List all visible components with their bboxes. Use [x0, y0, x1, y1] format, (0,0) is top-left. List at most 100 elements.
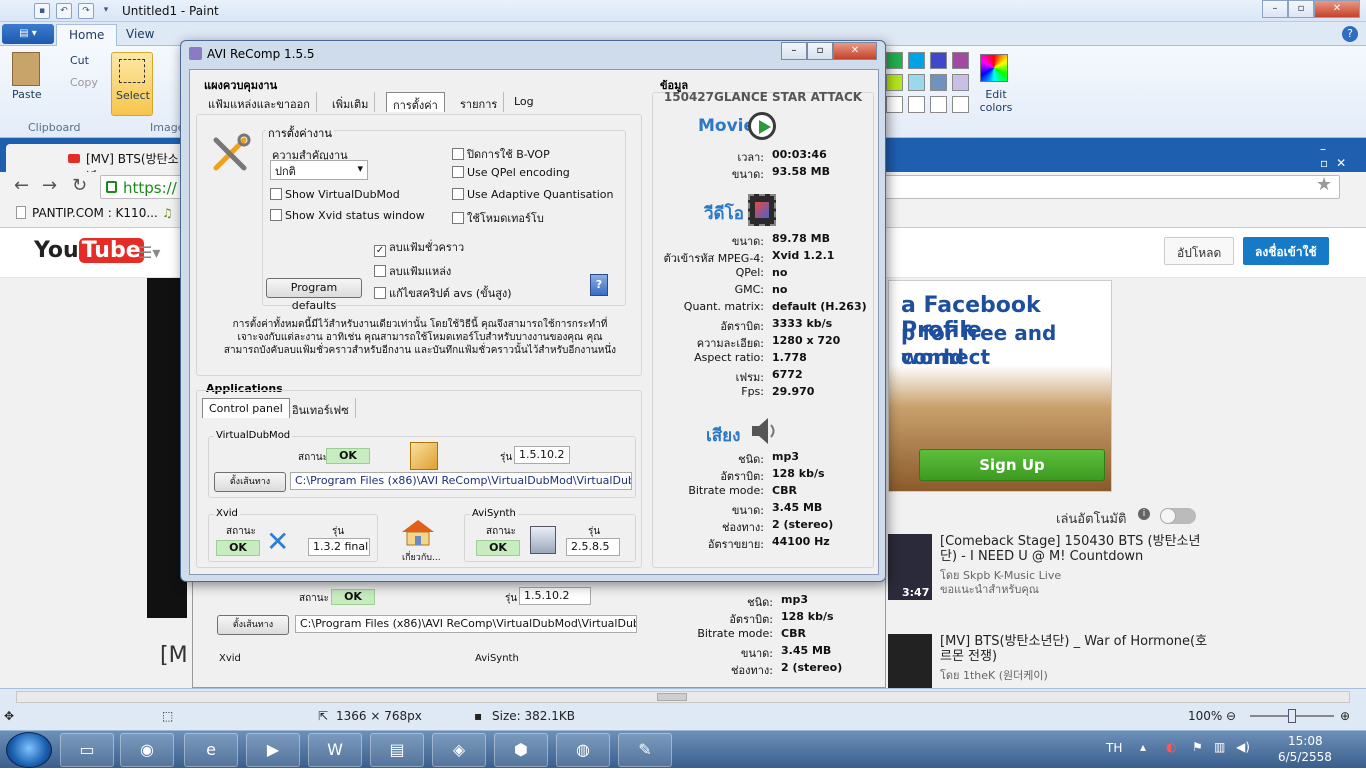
tray-app-icon[interactable]: ◐ — [1166, 740, 1176, 754]
vdm-path-field[interactable]: C:\Program Files (x86)\AVI ReComp\Virtua… — [290, 472, 632, 490]
about-link[interactable]: เกี่ยวกับ... — [402, 550, 441, 564]
tab-log[interactable]: Log — [508, 92, 540, 112]
tab-source-output[interactable]: แฟ้มแหล่งและขาออก — [202, 92, 317, 112]
ie-taskbar-icon[interactable]: e — [184, 733, 238, 767]
show-vdm-checkbox[interactable]: Show VirtualDubMod — [270, 188, 400, 201]
color-swatch-turquoise[interactable] — [908, 52, 925, 69]
clock-date[interactable]: 6/5/2558 — [1278, 750, 1332, 764]
horizontal-scrollbar[interactable] — [16, 691, 1350, 703]
set-path-button[interactable]: ตั้งเส้นทาง — [214, 472, 286, 492]
color-swatch-empty-1[interactable] — [886, 96, 903, 113]
media-player-taskbar-icon[interactable]: ▶ — [246, 733, 300, 767]
guide-menu-icon[interactable]: ☰▾ — [138, 243, 160, 262]
bookmark-music-icon[interactable]: ♫ — [162, 206, 173, 220]
copy-button[interactable]: Copy — [70, 76, 98, 89]
disable-bvop-checkbox[interactable]: ปิดการใช้ B-VOP — [452, 145, 550, 163]
signin-button[interactable]: ลงชื่อเข้าใช้ — [1243, 237, 1329, 265]
edit-avs-checkbox[interactable]: แก้ไขสคริปต์ avs (ขั้นสูง) — [374, 284, 512, 302]
help-icon[interactable]: ? — [1342, 26, 1358, 42]
tab-control-panel[interactable]: Control panel — [202, 398, 290, 418]
bookmark-star-icon[interactable]: ★ — [1316, 174, 1332, 195]
maximize-button[interactable]: ▫ — [1288, 0, 1314, 18]
file-menu-button[interactable]: ▤ ▾ — [2, 24, 54, 44]
volume-icon[interactable]: ◀) — [1236, 740, 1250, 754]
camera-taskbar-icon[interactable]: ◍ — [556, 733, 610, 767]
back-icon[interactable]: ← — [14, 175, 29, 196]
browser-tab[interactable]: [MV] BTS(방탄소년 — [6, 144, 186, 183]
save-icon[interactable]: ▪ — [34, 3, 50, 19]
color-swatch-indigo[interactable] — [930, 52, 947, 69]
clock-time[interactable]: 15:08 — [1288, 734, 1323, 748]
vpn-taskbar-icon[interactable]: ◈ — [432, 733, 486, 767]
info-icon[interactable]: i — [1138, 508, 1150, 520]
bookmark-pantip[interactable]: PANTIP.COM : K110... — [32, 206, 158, 220]
undo-icon[interactable]: ↶ — [56, 3, 72, 19]
tab-home[interactable]: Home — [56, 24, 118, 46]
avi-recomp-taskbar-icon[interactable]: ⬢ — [494, 733, 548, 767]
color-swatch-light-turquoise[interactable] — [908, 74, 925, 91]
paste-icon[interactable] — [12, 52, 40, 86]
color-swatch-empty-3[interactable] — [930, 96, 947, 113]
reload-icon[interactable]: ↻ — [72, 175, 87, 196]
color-swatch-empty-4[interactable] — [952, 96, 969, 113]
chrome-taskbar-icon[interactable]: ◉ — [120, 733, 174, 767]
upload-button[interactable]: อัปโหลด — [1164, 237, 1235, 265]
color-swatch-purple[interactable] — [952, 52, 969, 69]
tab-additional[interactable]: เพิ่มเติม — [326, 92, 376, 112]
language-indicator[interactable]: TH — [1106, 741, 1122, 755]
color-swatch-empty-2[interactable] — [908, 96, 925, 113]
monitor-taskbar-icon[interactable]: ▤ — [370, 733, 424, 767]
color-swatch-lime[interactable] — [886, 74, 903, 91]
related-title: [MV] BTS(방탄소년단) _ War of Hormone(호르몬 전쟁) — [940, 634, 1208, 664]
zoom-out-icon[interactable]: ⊖ — [1226, 709, 1236, 723]
paste-button[interactable]: Paste — [12, 88, 42, 101]
related-video[interactable]: 3:47 [Comeback Stage] 150430 BTS (방탄소년단)… — [888, 534, 1208, 604]
use-aq-checkbox[interactable]: Use Adaptive Quantisation — [452, 188, 613, 201]
priority-select[interactable]: ปกติ ▾ — [270, 160, 368, 180]
show-xvid-checkbox[interactable]: Show Xvid status window — [270, 209, 425, 222]
minimize-button[interactable]: – — [1262, 0, 1288, 18]
color-swatch-green[interactable] — [886, 52, 903, 69]
explorer-taskbar-icon[interactable]: ▭ — [60, 733, 114, 767]
avi-maximize-button[interactable]: ▫ — [807, 42, 833, 60]
use-qpel-checkbox[interactable]: Use QPel encoding — [452, 166, 570, 179]
word-taskbar-icon[interactable]: W — [308, 733, 362, 767]
zoom-in-icon[interactable]: ⊕ — [1340, 709, 1350, 723]
forward-icon[interactable]: → — [42, 175, 57, 196]
avi-minimize-button[interactable]: – — [781, 42, 807, 60]
start-button[interactable] — [6, 732, 52, 768]
tab-view[interactable]: View — [114, 24, 166, 46]
delete-temp-checkbox[interactable]: ✓ ลบแฟ้มชั่วคราว — [374, 238, 464, 257]
show-hidden-icons-icon[interactable]: ▴ — [1140, 740, 1146, 754]
color-swatch-blue-gray[interactable] — [930, 74, 947, 91]
ad-signup-button[interactable]: Sign Up — [919, 449, 1105, 481]
cut-button[interactable]: Cut — [70, 54, 89, 67]
delete-source-checkbox[interactable]: ลบแฟ้มแหล่ง — [374, 262, 451, 280]
network-icon[interactable]: ▥ — [1214, 740, 1225, 754]
redo-icon[interactable]: ↷ — [78, 3, 94, 19]
customize-qat-icon[interactable]: ▾ — [98, 3, 114, 19]
ad-line-3: world — [901, 345, 965, 369]
avi-close-button[interactable]: ✕ — [833, 42, 877, 60]
action-center-icon[interactable]: ⚑ — [1192, 740, 1203, 754]
youtube-logo[interactable]: You Tube — [34, 238, 144, 263]
tab-queue[interactable]: รายการ — [454, 92, 505, 112]
tab-interface[interactable]: อินเทอร์เฟซ — [286, 398, 356, 418]
tab-settings[interactable]: การตั้งค่า — [386, 92, 445, 112]
close-button[interactable]: ✕ — [1314, 0, 1360, 18]
about-house-icon[interactable] — [400, 518, 436, 546]
edit-colors-icon[interactable] — [980, 54, 1008, 82]
echo-path-field: C:\Program Files (x86)\AVI ReComp\Virtua… — [295, 615, 637, 633]
help-book-icon[interactable]: ? — [590, 274, 608, 296]
related-recommended: ขอแนะนำสำหรับคุณ — [940, 583, 1039, 596]
select-button[interactable]: Select — [111, 52, 153, 116]
color-swatch-lavender[interactable] — [952, 74, 969, 91]
paint-taskbar-icon[interactable]: ✎ — [618, 733, 672, 767]
browser-window-controls[interactable]: –▫✕ — [1320, 142, 1366, 170]
program-defaults-button[interactable]: Program defaults — [266, 278, 362, 312]
zoom-slider[interactable] — [1250, 709, 1334, 723]
edit-colors-button[interactable]: Edit colors — [978, 88, 1014, 114]
turbo-mode-checkbox[interactable]: ใช้โหมดเทอร์โบ — [452, 209, 544, 227]
autoplay-toggle[interactable] — [1160, 508, 1196, 524]
facebook-ad[interactable]: a Facebook Profile p for free and connec… — [888, 280, 1112, 492]
